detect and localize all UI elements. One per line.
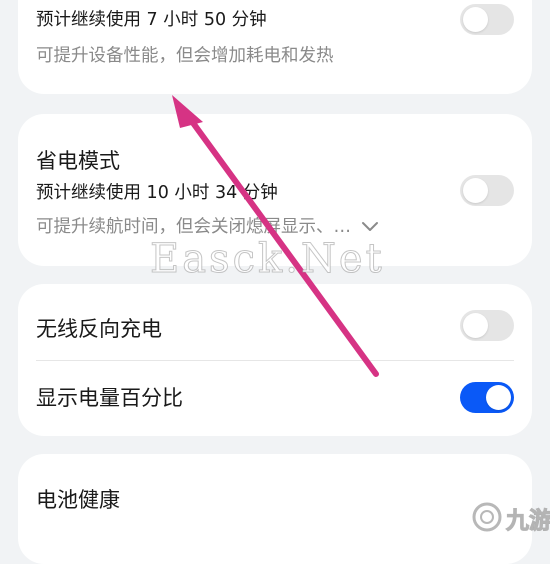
divider: [36, 360, 514, 361]
battery-percentage-toggle[interactable]: [460, 382, 514, 413]
power-saving-mode-toggle[interactable]: [460, 175, 514, 206]
toggle-knob: [486, 385, 511, 410]
power-saving-mode-description-text: 可提升续航时间，但会关闭熄屏显示、…: [36, 217, 351, 237]
wireless-reverse-charging-toggle[interactable]: [460, 310, 514, 341]
chevron-down-icon[interactable]: [361, 221, 379, 233]
battery-percentage-label: 显示电量百分比: [36, 386, 183, 410]
battery-health-card[interactable]: 电池健康: [18, 454, 532, 564]
performance-mode-estimate: 预计继续使用 7 小时 50 分钟: [36, 10, 267, 30]
battery-health-title: 电池健康: [36, 488, 120, 512]
power-saving-mode-estimate: 预计继续使用 10 小时 34 分钟: [36, 183, 278, 203]
performance-mode-description: 可提升设备性能，但会增加耗电和发热: [36, 46, 334, 66]
wireless-reverse-charging-label: 无线反向充电: [36, 317, 162, 341]
toggle-knob: [463, 178, 488, 203]
power-saving-mode-description[interactable]: 可提升续航时间，但会关闭熄屏显示、…: [36, 213, 379, 238]
performance-mode-card[interactable]: 预计继续使用 7 小时 50 分钟 可提升设备性能，但会增加耗电和发热: [18, 0, 532, 94]
performance-mode-toggle[interactable]: [460, 4, 514, 35]
power-saving-mode-title: 省电模式: [36, 149, 120, 173]
battery-options-card: 无线反向充电 显示电量百分比: [18, 284, 532, 436]
toggle-knob: [463, 313, 488, 338]
toggle-knob: [463, 7, 488, 32]
power-saving-mode-card[interactable]: 省电模式 预计继续使用 10 小时 34 分钟 可提升续航时间，但会关闭熄屏显示…: [18, 114, 532, 266]
